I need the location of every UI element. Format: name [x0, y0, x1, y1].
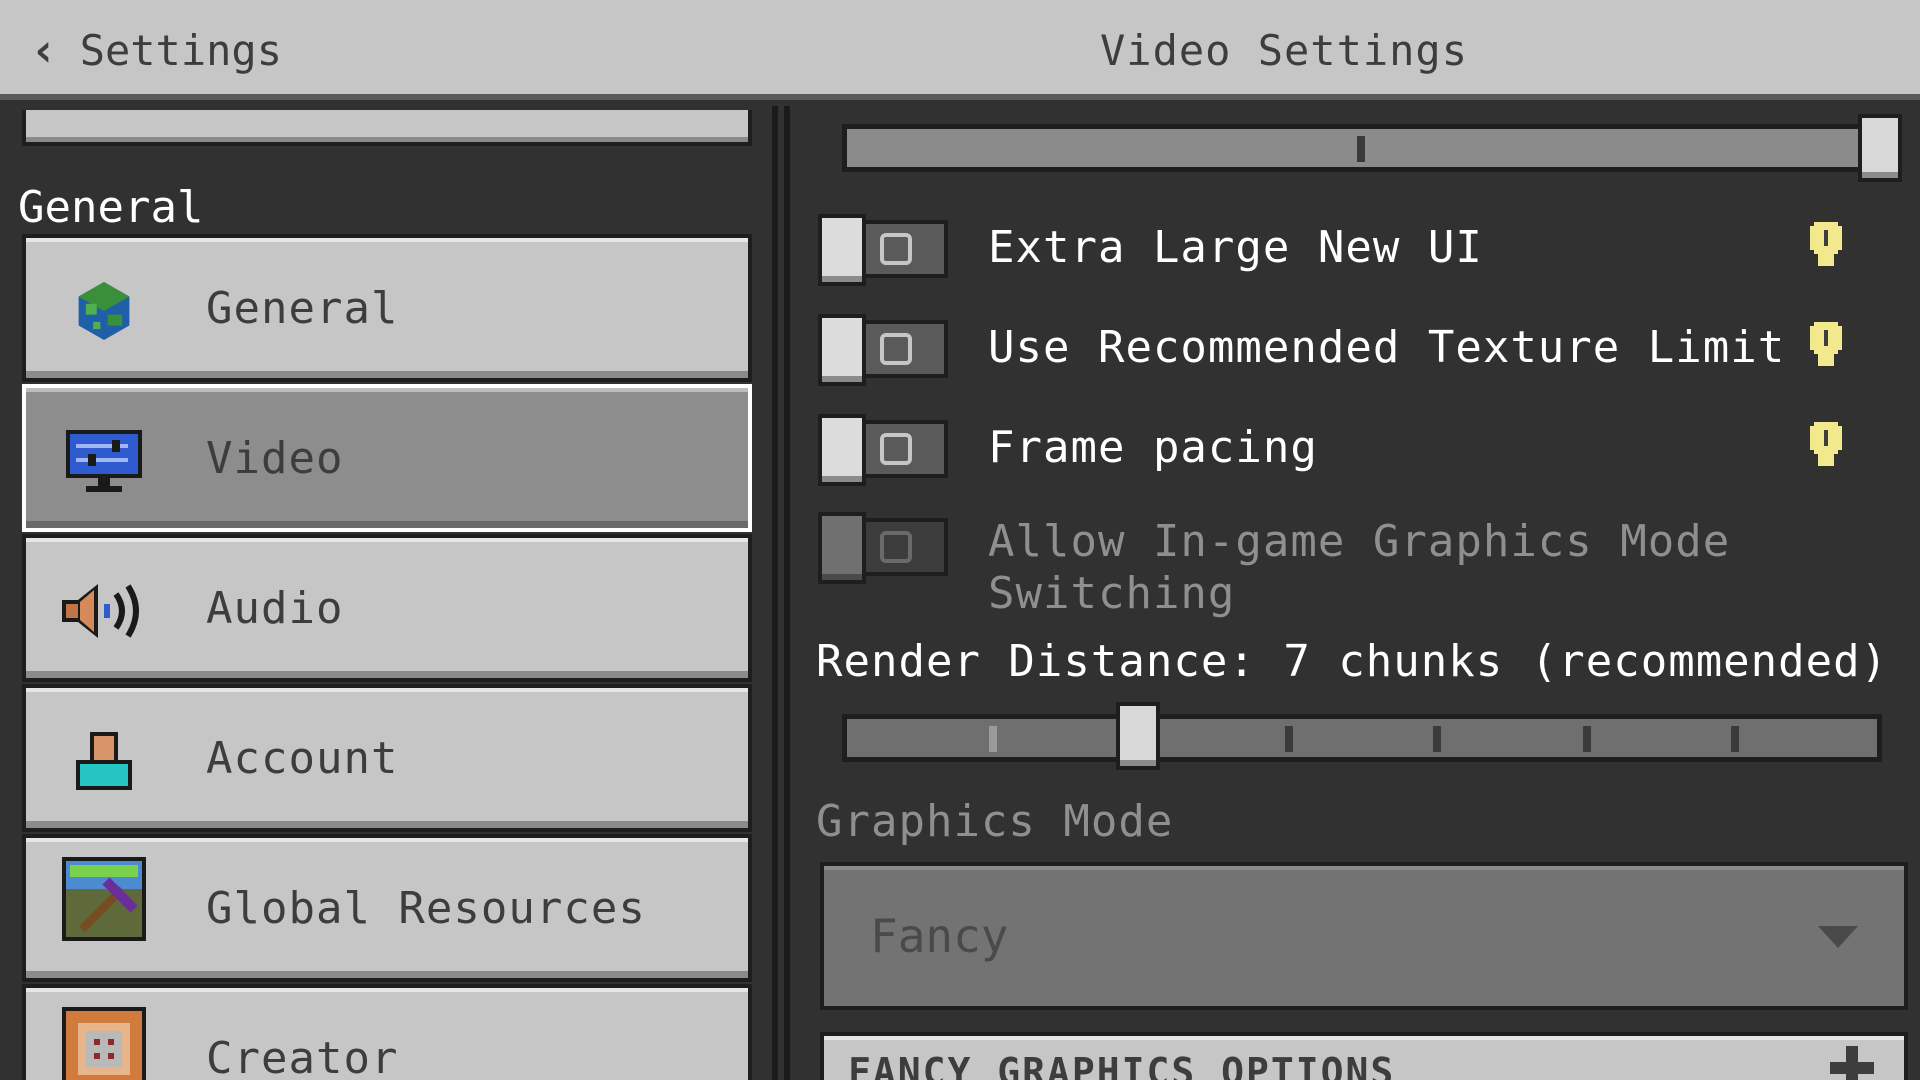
globe-icon — [62, 280, 146, 342]
fancy-graphics-options-header[interactable]: FANCY GRAPHICS OPTIONS — [820, 1032, 1908, 1080]
back-button[interactable]: ‹ Settings — [30, 18, 282, 82]
toggle-row-extra-large-ui[interactable]: Extra Large New UI — [818, 212, 1898, 286]
sidebar-item-label: Video — [206, 432, 344, 484]
sidebar-item-partial[interactable] — [22, 110, 752, 146]
sidebar-item-creator[interactable]: Creator — [22, 984, 752, 1080]
chevron-down-icon — [1818, 926, 1858, 948]
speaker-icon — [62, 580, 146, 642]
slider-tick — [1285, 726, 1293, 752]
render-distance-label: Render Distance: 7 chunks (recommended) — [816, 636, 1889, 687]
section-label: FANCY GRAPHICS OPTIONS — [848, 1050, 1396, 1080]
monitor-icon — [62, 430, 146, 492]
sidebar-item-label: Account — [206, 732, 399, 784]
back-button-label: Settings — [79, 25, 282, 75]
toggle-row-frame-pacing[interactable]: Frame pacing — [818, 412, 1898, 486]
info-icon[interactable] — [1810, 222, 1842, 266]
top-slider[interactable] — [842, 124, 1876, 172]
sidebar-item-video[interactable]: Video — [22, 384, 752, 532]
plus-icon — [1830, 1046, 1874, 1080]
page-title: Video Settings — [1100, 25, 1469, 75]
sidebar-item-label: Audio — [206, 582, 344, 634]
sidebar-item-account[interactable]: Account — [22, 684, 752, 832]
toggle-label: Allow In-game Graphics Mode Switching — [988, 516, 1731, 619]
person-icon — [62, 730, 146, 792]
info-icon[interactable] — [1810, 322, 1842, 366]
slider-tick — [1731, 726, 1739, 752]
slider-tick — [1583, 726, 1591, 752]
graphics-mode-switching-toggle — [818, 512, 948, 584]
toggle-row-texture-limit[interactable]: Use Recommended Texture Limit — [818, 312, 1898, 386]
info-icon[interactable] — [1810, 422, 1842, 466]
extra-large-ui-toggle[interactable] — [818, 214, 948, 286]
sidebar-section-title: General — [18, 182, 204, 233]
frame-pacing-toggle[interactable] — [818, 414, 948, 486]
graphics-mode-label: Graphics Mode — [816, 796, 1174, 847]
graphics-mode-dropdown[interactable]: Fancy — [820, 862, 1908, 1010]
sidebar-item-audio[interactable]: Audio — [22, 534, 752, 682]
toggle-label: Extra Large New UI — [988, 221, 1483, 273]
sidebar-item-label: Global Resources — [206, 882, 646, 934]
top-bar: ‹ Settings Video Settings — [0, 0, 1920, 100]
sidebar-item-label: Creator — [206, 1032, 399, 1080]
texture-limit-toggle[interactable] — [818, 314, 948, 386]
settings-sidebar[interactable]: General General Video Audio Account Glob… — [0, 106, 778, 1080]
slider-tick — [989, 726, 997, 752]
command-block-icon — [62, 1007, 146, 1080]
toggle-row-graphics-mode-switching: Allow In-game Graphics Mode Switching — [818, 512, 1898, 622]
top-slider-thumb[interactable] — [1858, 114, 1902, 182]
render-distance-slider[interactable] — [842, 714, 1882, 762]
slider-tick — [1433, 726, 1441, 752]
chevron-left-icon: ‹ — [30, 23, 58, 77]
graphics-mode-value: Fancy — [870, 909, 1009, 963]
toggle-label: Frame pacing — [988, 421, 1318, 473]
toggle-label: Use Recommended Texture Limit — [988, 321, 1786, 373]
sidebar-item-label: General — [206, 282, 399, 334]
sidebar-item-general[interactable]: General — [22, 234, 752, 382]
render-distance-thumb[interactable] — [1116, 702, 1160, 770]
settings-content[interactable]: Extra Large New UI Use Recommended Textu… — [784, 106, 1920, 1080]
slider-tick — [1357, 136, 1365, 162]
sidebar-item-global-resources[interactable]: Global Resources — [22, 834, 752, 982]
resource-pack-icon — [62, 857, 146, 941]
